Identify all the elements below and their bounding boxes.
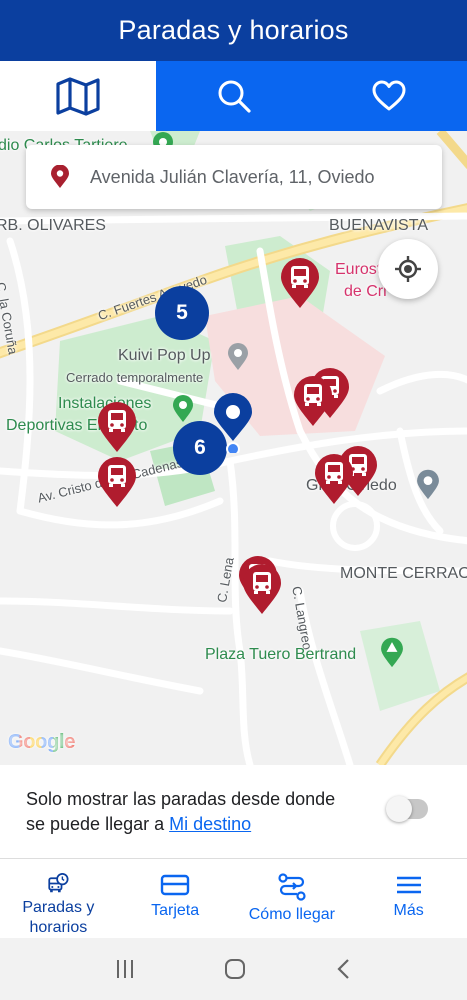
menu-icon xyxy=(396,876,421,894)
map-label-kuivi: Kuivi Pop Up xyxy=(118,347,211,364)
locate-me-button[interactable] xyxy=(378,239,438,299)
bus-stop-pin-icon xyxy=(294,376,332,426)
bus-stop-pin[interactable] xyxy=(242,563,282,615)
bus-stop-pin-icon xyxy=(281,258,319,308)
bus-stop-pin-icon xyxy=(98,402,136,452)
page-title: Paradas y horarios xyxy=(118,15,349,45)
app-header: Paradas y horarios xyxy=(0,0,467,61)
nav-label-more: Más xyxy=(393,902,424,919)
bus-clock-icon xyxy=(48,873,69,893)
bus-stop-pin[interactable] xyxy=(280,257,320,309)
map-icon xyxy=(56,77,100,116)
view-tabs xyxy=(0,61,467,131)
map-label-cerrado: Cerrado temporalmente xyxy=(66,370,204,385)
app-root: Paradas y horarios dio RB. OLIVARES BUEN… xyxy=(0,0,467,1000)
bus-stop-pin[interactable] xyxy=(314,453,354,505)
recents-icon[interactable] xyxy=(113,958,137,980)
nav-more[interactable]: Más xyxy=(350,859,467,938)
bottom-navigation: Paradas y horarios Tarjeta Cómo llegar M… xyxy=(0,858,467,938)
back-icon[interactable] xyxy=(334,957,354,981)
system-navigation-bar xyxy=(0,938,467,1000)
toggle-knob xyxy=(386,796,412,822)
map-view[interactable]: dio Carlos Tartiere RB. OLIVARES BUENAVI… xyxy=(0,131,467,765)
bus-stop-pin-icon xyxy=(98,457,136,507)
google-logo-text: Google xyxy=(8,731,76,753)
heart-icon xyxy=(372,80,406,111)
bus-stop-pin-icon xyxy=(243,564,281,614)
nav-label: Paradas y horarios xyxy=(22,898,94,938)
address-text: Avenida Julián Clavería, 11, Oviedo xyxy=(90,166,375,187)
destination-filter: Solo mostrar las paradas desde donde se … xyxy=(0,765,467,858)
filter-text-line2: se puede llegar a xyxy=(26,814,170,834)
tab-search[interactable] xyxy=(155,61,312,131)
bus-stop-pin[interactable] xyxy=(97,456,137,508)
poi-pin-icon xyxy=(228,343,248,370)
map-label-eurostars-2: de Cri xyxy=(344,283,387,300)
tab-map[interactable] xyxy=(0,61,156,131)
bus-stop-pin[interactable] xyxy=(97,401,137,453)
nav-label-line2: horarios xyxy=(29,919,88,936)
nav-label-card: Tarjeta xyxy=(151,902,200,919)
address-search-bar[interactable]: Avenida Julián Clavería, 11, Oviedo xyxy=(26,145,442,209)
hotel-pin-icon xyxy=(417,469,439,500)
park-pin-icon xyxy=(173,395,193,422)
crosshair-icon xyxy=(395,256,421,282)
stop-cluster[interactable]: 5 xyxy=(155,286,209,340)
nav-stops-schedules[interactable]: Paradas y horarios xyxy=(0,859,117,938)
nav-directions[interactable]: Cómo llegar xyxy=(234,859,351,938)
map-label-buenavista: BUENAVISTA xyxy=(329,217,428,234)
tree-pin-icon xyxy=(381,637,403,668)
bus-stop-pin-icon xyxy=(315,454,353,504)
destination-toggle[interactable] xyxy=(386,796,428,822)
current-location-pin-icon xyxy=(214,393,252,453)
bus-stop-pin[interactable] xyxy=(293,375,333,427)
route-icon xyxy=(278,873,306,901)
location-pin-icon xyxy=(51,165,69,188)
my-destination-link[interactable]: Mi destino xyxy=(169,814,251,834)
search-icon xyxy=(218,80,251,113)
google-attribution: Google xyxy=(8,731,75,754)
filter-description: Solo mostrar las paradas desde donde se … xyxy=(26,787,366,837)
card-icon xyxy=(160,874,190,896)
home-icon[interactable] xyxy=(223,957,247,981)
filter-text-line1: Solo mostrar las paradas desde donde xyxy=(26,789,336,809)
map-label-monte-cerrao: MONTE CERRAO xyxy=(340,565,467,582)
map-label-olivares: RB. OLIVARES xyxy=(0,217,106,234)
map-label-plaza: Plaza Tuero Bertrand xyxy=(205,646,357,663)
nav-card[interactable]: Tarjeta xyxy=(117,859,234,938)
nav-label-line1: Paradas y xyxy=(22,899,95,916)
tab-favorites[interactable] xyxy=(311,61,467,131)
nav-label-directions: Cómo llegar xyxy=(248,906,335,923)
